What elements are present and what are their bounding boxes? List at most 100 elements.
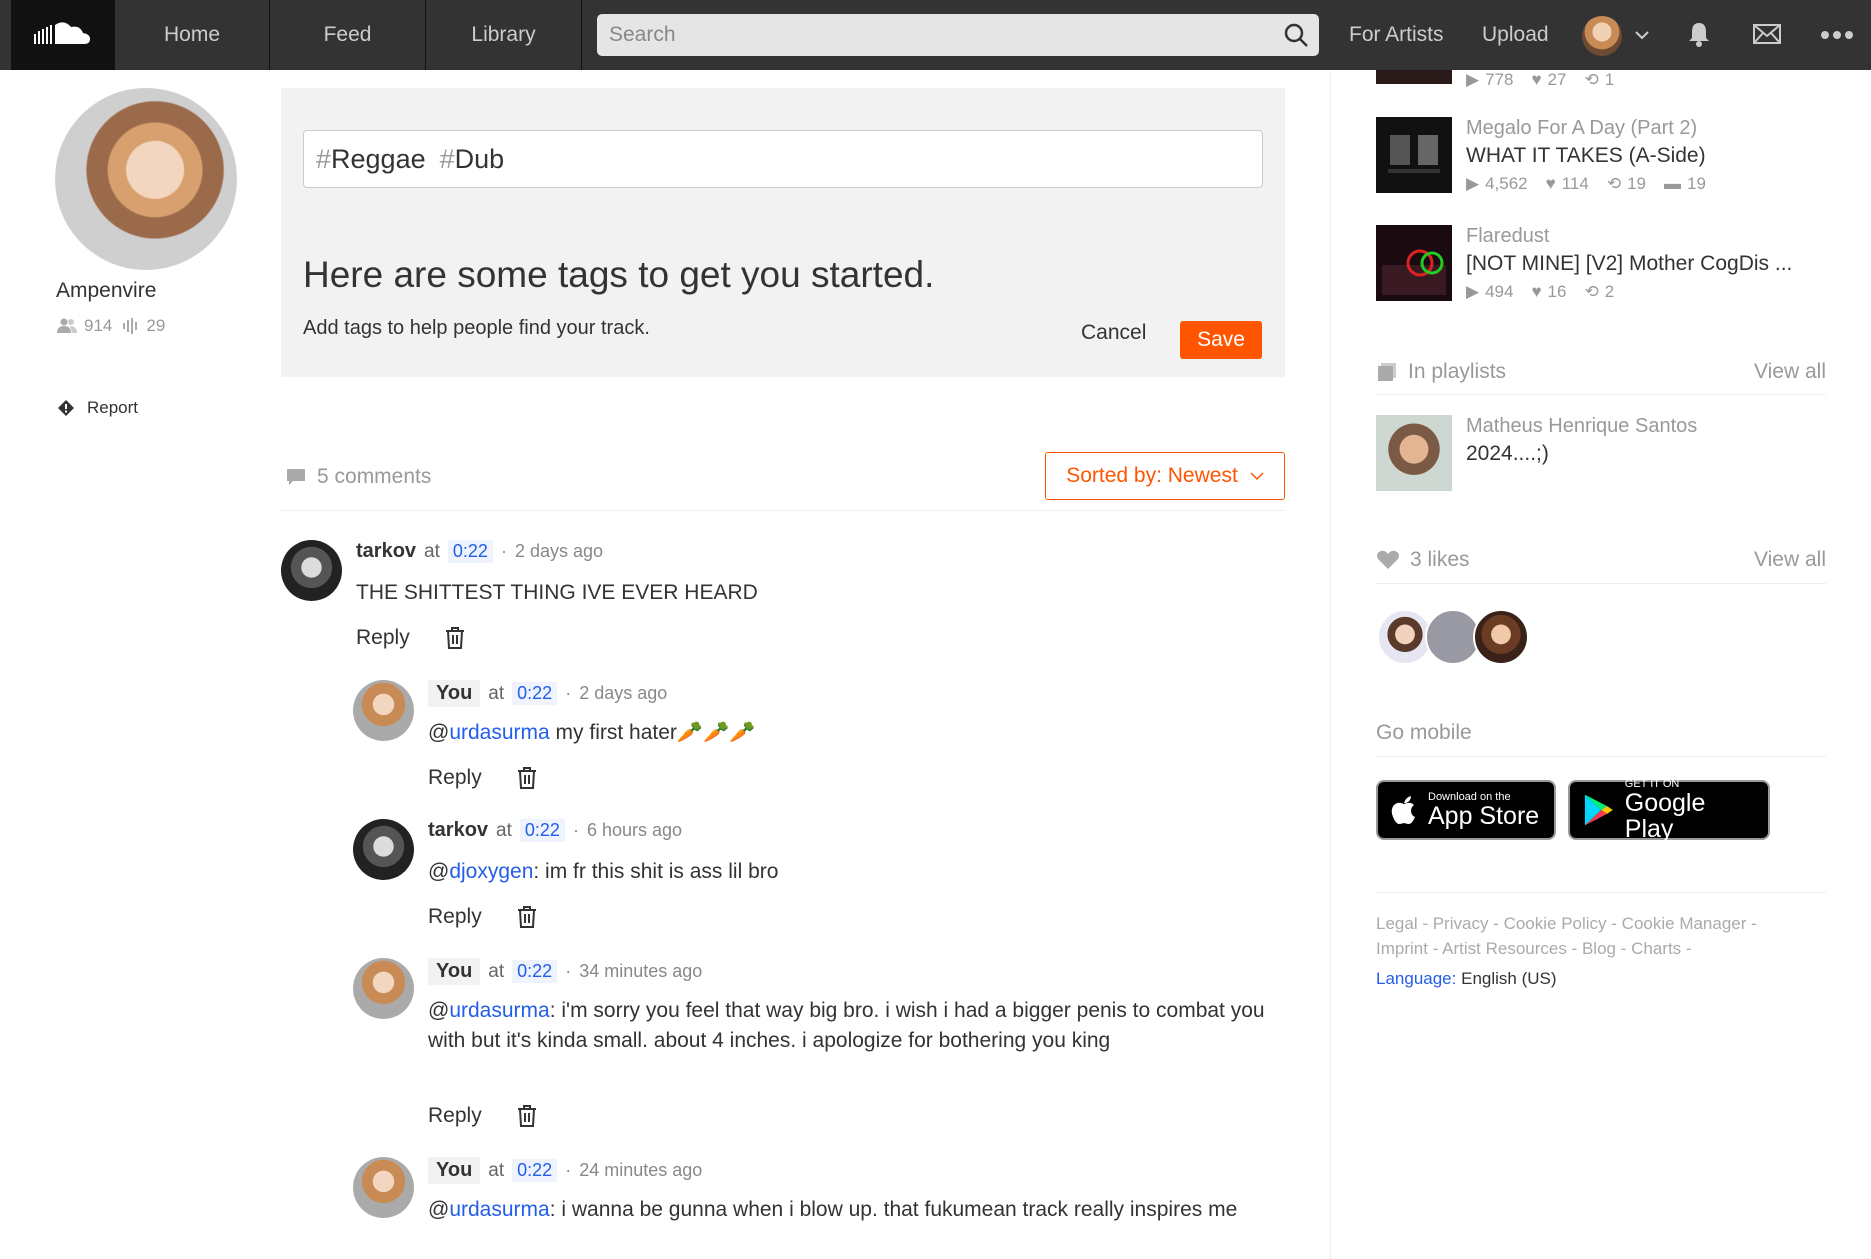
divider	[1376, 394, 1826, 395]
playlist-artwork[interactable]	[1376, 415, 1452, 491]
tracks-stat[interactable]: 29	[122, 316, 165, 336]
language-selector[interactable]: Language: English (US)	[1376, 969, 1557, 989]
mention-link[interactable]: urdasurma	[449, 721, 549, 744]
mail-icon[interactable]	[1753, 24, 1781, 44]
footer-link-imprint[interactable]: Imprint	[1376, 939, 1428, 958]
report-button[interactable]: Report	[57, 398, 138, 418]
more-icon[interactable]	[1820, 30, 1854, 40]
comment-username[interactable]: tarkov	[356, 540, 416, 563]
search-input[interactable]	[597, 14, 1319, 56]
reposts-stat[interactable]: ⟲ 19	[1607, 174, 1646, 194]
comment-actions: Reply	[428, 1104, 538, 1128]
comment-text: @djoxygen: im fr this shit is ass lil br…	[428, 860, 779, 883]
comments-stat[interactable]: ▬ 19	[1664, 174, 1706, 194]
comment-timestamp[interactable]: 0:22	[447, 540, 493, 563]
cancel-button[interactable]: Cancel	[1081, 321, 1146, 345]
track-artist[interactable]: Flaredust	[1466, 225, 1549, 248]
mention-link[interactable]: urdasurma	[449, 1198, 549, 1221]
comment-dot: ·	[565, 1160, 572, 1180]
save-button[interactable]: Save	[1180, 321, 1262, 359]
footer-link-blog[interactable]: Blog	[1582, 939, 1616, 958]
playlist-item[interactable]: Matheus Henrique Santos 2024....;)	[1376, 415, 1836, 495]
comment-username[interactable]: tarkov	[428, 819, 488, 842]
tag-input[interactable]: #Reggae #Dub	[303, 130, 1263, 188]
comment-username[interactable]: You	[428, 958, 481, 985]
app-store-button[interactable]: Download on the App Store	[1376, 780, 1556, 840]
trash-icon[interactable]	[516, 1104, 538, 1128]
google-play-icon	[1584, 794, 1613, 826]
commenter-avatar[interactable]	[353, 1157, 414, 1218]
footer-link-cookie-policy[interactable]: Cookie Policy	[1504, 914, 1607, 933]
commenter-avatar[interactable]	[353, 958, 414, 1019]
trash-icon[interactable]	[516, 905, 538, 929]
comment-timestamp[interactable]: 0:22	[512, 682, 558, 705]
comment-dot: ·	[572, 820, 579, 840]
followers-icon	[57, 318, 77, 333]
comment-username[interactable]: You	[428, 1157, 481, 1184]
reply-button[interactable]: Reply	[428, 905, 482, 929]
mention-link[interactable]: djoxygen	[449, 860, 533, 883]
likes-view-all[interactable]: View all	[1754, 548, 1826, 572]
likes-label: 3 likes	[1410, 548, 1470, 571]
artist-name[interactable]: Ampenvire	[56, 279, 156, 303]
chevron-down-icon[interactable]	[1635, 30, 1649, 40]
track-artwork[interactable]	[1376, 225, 1452, 301]
footer-link-legal[interactable]: Legal	[1376, 914, 1418, 933]
artist-stats: 914 29	[56, 316, 165, 336]
comment-timestamp[interactable]: 0:22	[512, 1159, 558, 1182]
upload-link[interactable]: Upload	[1482, 0, 1549, 70]
track-artwork[interactable]	[1376, 70, 1452, 84]
comment-timestamp[interactable]: 0:22	[519, 819, 565, 842]
commenter-avatar[interactable]	[281, 540, 342, 601]
reply-button[interactable]: Reply	[428, 766, 482, 790]
comment-timestamp[interactable]: 0:22	[512, 960, 558, 983]
track-title[interactable]: [NOT MINE] [V2] Mother CogDis ...	[1466, 252, 1792, 276]
nav-library[interactable]: Library	[426, 0, 582, 70]
comments-count: 5 comments	[285, 465, 431, 489]
playlist-title[interactable]: 2024....;)	[1466, 442, 1549, 466]
likes-stat[interactable]: ♥ 27	[1531, 70, 1566, 90]
reposts-stat[interactable]: ⟲ 2	[1584, 282, 1614, 302]
playlist-user[interactable]: Matheus Henrique Santos	[1466, 415, 1697, 438]
trash-icon[interactable]	[444, 626, 466, 650]
nav-home[interactable]: Home	[114, 0, 270, 70]
footer-link-cookie-manager[interactable]: Cookie Manager	[1622, 914, 1747, 933]
followers-stat[interactable]: 914	[56, 316, 112, 336]
trash-icon[interactable]	[516, 766, 538, 790]
commenter-avatar[interactable]	[353, 680, 414, 741]
comment-meta: tarkov at 0:22 · 2 days ago	[356, 540, 603, 563]
reposts-stat[interactable]: ⟲ 1	[1584, 70, 1614, 90]
for-artists-link[interactable]: For Artists	[1349, 0, 1444, 70]
reply-button[interactable]: Reply	[356, 626, 410, 650]
bell-icon[interactable]	[1687, 21, 1711, 47]
tag-chip[interactable]: #Dub	[440, 144, 505, 175]
playlists-header: In playlists View all	[1376, 360, 1826, 384]
related-track[interactable]: Megalo For A Day (Part 2) WHAT IT TAKES …	[1376, 117, 1836, 197]
comment-at: at	[488, 1159, 505, 1181]
playlists-view-all[interactable]: View all	[1754, 360, 1826, 384]
user-avatar[interactable]	[1582, 16, 1622, 56]
likes-stat[interactable]: ♥ 16	[1531, 282, 1566, 302]
reply-button[interactable]: Reply	[428, 1104, 482, 1128]
google-play-button[interactable]: GET IT ON Google Play	[1568, 778, 1770, 842]
related-track[interactable]: ▶ 778 ♥ 27 ⟲ 1	[1376, 70, 1836, 92]
search-icon[interactable]	[1283, 22, 1309, 48]
commenter-avatar[interactable]	[353, 819, 414, 880]
comment-username[interactable]: You	[428, 680, 481, 707]
nav-feed[interactable]: Feed	[270, 0, 426, 70]
track-artist[interactable]: Megalo For A Day (Part 2)	[1466, 117, 1697, 140]
track-title[interactable]: WHAT IT TAKES (A-Side)	[1466, 144, 1706, 168]
footer-link-privacy[interactable]: Privacy	[1433, 914, 1489, 933]
artist-avatar[interactable]	[55, 88, 237, 270]
sort-dropdown[interactable]: Sorted by: Newest	[1045, 452, 1285, 500]
likes-stat[interactable]: ♥ 114	[1546, 174, 1589, 194]
track-artwork[interactable]	[1376, 117, 1452, 193]
mention-link[interactable]: urdasurma	[449, 999, 549, 1022]
heart-icon	[1377, 550, 1399, 569]
soundcloud-logo-icon[interactable]	[11, 0, 115, 70]
footer-link-artist-resources[interactable]: Artist Resources	[1442, 939, 1567, 958]
tag-chip[interactable]: #Reggae	[316, 144, 426, 175]
footer-link-charts[interactable]: Charts	[1631, 939, 1681, 958]
liker-avatar[interactable]	[1473, 609, 1529, 665]
related-track[interactable]: Flaredust [NOT MINE] [V2] Mother CogDis …	[1376, 225, 1836, 305]
